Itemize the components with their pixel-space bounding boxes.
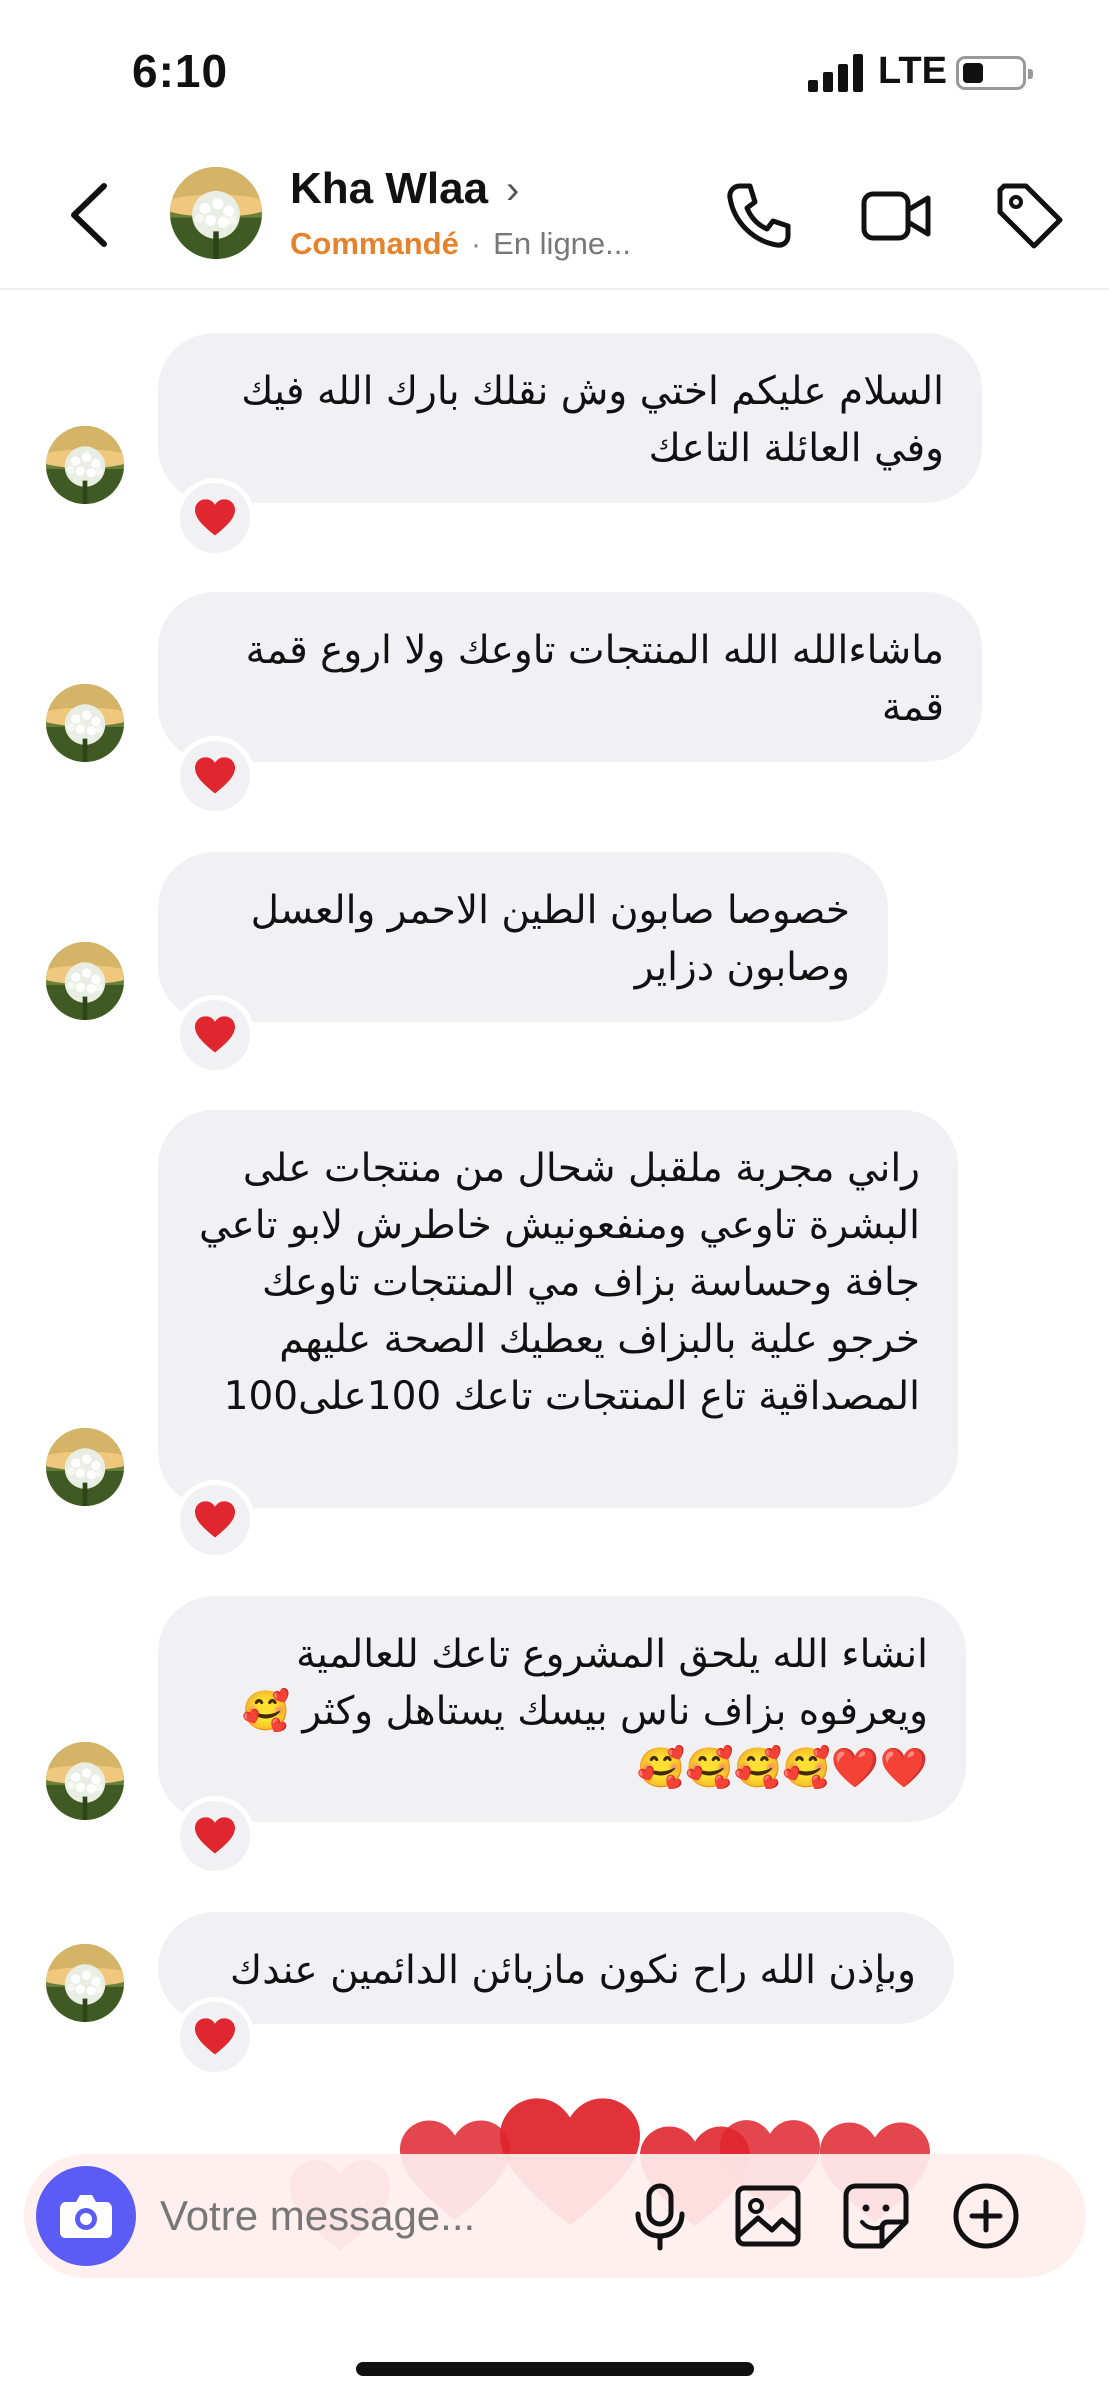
contact-name-link[interactable]: Kha Wlaa › <box>290 164 519 214</box>
add-icon[interactable] <box>950 2180 1022 2252</box>
heart-emoji <box>195 757 235 795</box>
heart-reaction[interactable] <box>175 478 255 558</box>
home-indicator[interactable] <box>356 2362 754 2376</box>
status-bar: 6:10 LTE <box>0 0 1109 140</box>
message-bubble[interactable]: وبإذن الله راح نكون مازبائن الدائمين عند… <box>158 1912 954 2024</box>
contact-avatar[interactable] <box>170 167 262 259</box>
sender-avatar <box>46 684 124 762</box>
order-status-label: Commandé <box>290 226 459 261</box>
microphone-icon[interactable] <box>624 2180 696 2252</box>
signal-icon <box>808 54 866 92</box>
message-composer: Votre message... <box>24 2154 1086 2278</box>
heart-emoji <box>195 499 235 537</box>
heart-reaction[interactable] <box>175 1480 255 1560</box>
sticker-icon[interactable] <box>840 2180 912 2252</box>
contact-name: Kha Wlaa <box>290 164 489 213</box>
battery-icon <box>956 56 1033 90</box>
message-bubble[interactable]: انشاء الله يلحق المشروع تاعك للعالمية وي… <box>158 1596 966 1822</box>
status-time: 6:10 <box>132 45 229 97</box>
sender-avatar <box>46 1742 124 1820</box>
heart-reaction[interactable] <box>175 1796 255 1876</box>
message-input[interactable]: Votre message... <box>160 2192 475 2240</box>
heart-reaction[interactable] <box>175 1997 255 2077</box>
chat-header: Kha Wlaa › Commandé · En ligne... <box>0 140 1109 290</box>
message-bubble[interactable]: ماشاءالله الله المنتجات تاوعك ولا اروع ق… <box>158 592 982 762</box>
camera-button[interactable] <box>36 2166 136 2266</box>
separator-dot: · <box>470 226 482 261</box>
message-bubble[interactable]: خصوصا صابون الطين الاحمر والعسل وصابون د… <box>158 852 888 1022</box>
chevron-right-icon: › <box>506 168 520 212</box>
network-label: LTE <box>878 50 947 92</box>
phone-icon[interactable] <box>720 178 796 254</box>
heart-emoji <box>195 1501 235 1539</box>
back-icon[interactable] <box>60 180 120 250</box>
presence-label: En ligne... <box>493 226 632 261</box>
contact-subtitle: Commandé · En ligne... <box>290 226 631 262</box>
sender-avatar <box>46 942 124 1020</box>
sender-avatar <box>46 426 124 504</box>
heart-emoji <box>195 1817 235 1855</box>
sender-avatar <box>46 1944 124 2022</box>
image-icon[interactable] <box>732 2180 804 2252</box>
video-call-icon[interactable] <box>858 178 934 254</box>
heart-emoji <box>195 2018 235 2056</box>
message-bubble[interactable]: راني مجربة ملقبل شحال من منتجات على البش… <box>158 1110 958 1508</box>
sender-avatar <box>46 1428 124 1506</box>
tag-icon[interactable] <box>992 178 1068 254</box>
camera-icon <box>60 2195 112 2238</box>
heart-reaction[interactable] <box>175 736 255 816</box>
heart-emoji <box>195 1016 235 1054</box>
message-bubble[interactable]: السلام عليكم اختي وش نقلك بارك الله فيك … <box>158 333 982 503</box>
heart-reaction[interactable] <box>175 995 255 1075</box>
